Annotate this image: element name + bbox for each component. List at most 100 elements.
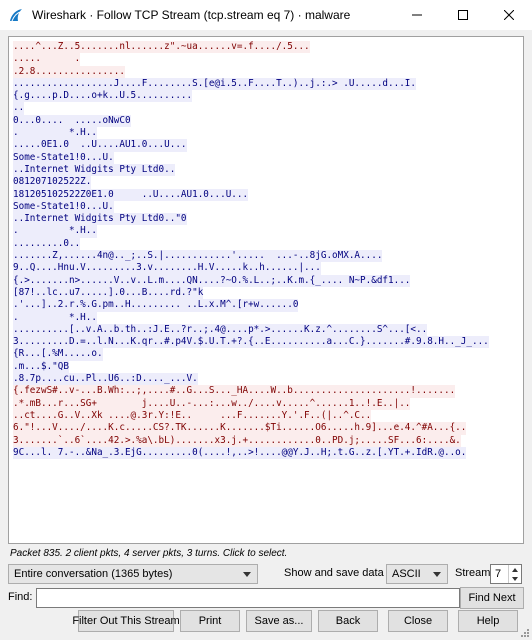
client-data-line[interactable]: .*.mB...r...SG+ j....U..-...:...w../....… xyxy=(13,397,519,410)
server-data-line[interactable]: .. xyxy=(13,102,519,115)
stream-line-text: [87!..lc..u7.....].0...B....rd.?"k xyxy=(13,286,204,300)
stream-line-text: 9..Q....Hnu.V.........3.v........H.V....… xyxy=(13,262,321,275)
server-data-line[interactable]: .....0E1.0 ..U....AU1.0...U... xyxy=(13,139,519,152)
stream-line-text: 9C...l. 7.-..&Na_.3.EjG.........0(....!,… xyxy=(13,446,467,460)
close-window-button[interactable] xyxy=(486,0,532,30)
show-save-label: Show and save data as xyxy=(284,567,399,579)
client-data-line[interactable]: ..ct....G..V..Xk ....@.3r.Y:!E.. ...F...… xyxy=(13,409,519,423)
title-bar: Wireshark · Follow TCP Stream (tcp.strea… xyxy=(0,0,532,30)
server-data-line[interactable]: ..................J....F........S.[e@i.5… xyxy=(13,77,519,91)
server-data-line[interactable]: .8.7p....cu..Pl..U6..:D...._...V. xyxy=(13,373,519,386)
maximize-icon xyxy=(458,10,468,20)
server-data-line[interactable]: .m...$."QB xyxy=(13,360,519,374)
minimize-icon xyxy=(412,14,422,16)
find-input[interactable] xyxy=(36,588,460,608)
window-title: Wireshark · Follow TCP Stream (tcp.strea… xyxy=(32,8,351,22)
server-data-line[interactable]: 3.........D.=..l.N...K.qr..#.p4V.$.U.T.+… xyxy=(13,336,519,349)
server-data-line[interactable]: . *.H.. xyxy=(13,225,519,238)
server-data-line[interactable]: . *.H.. xyxy=(13,311,519,324)
conversation-select[interactable]: Entire conversation (1365 bytes) xyxy=(8,564,258,584)
stream-line-text: 3.........D.=..l.N...K.qr..#.p4V.$.U.T.+… xyxy=(13,336,489,349)
save-as-button[interactable]: Save as... xyxy=(246,610,312,632)
stream-line-text: . *.H.. xyxy=(13,311,97,324)
options-row: Entire conversation (1365 bytes) Show an… xyxy=(8,564,524,584)
stream-line-text: ..........[..v.A..b.th..:J.E..?r..;.4@..… xyxy=(13,323,428,337)
stream-line-text: 3.......`..6`....42.>.%a\.bL).......x3.j… xyxy=(13,434,461,447)
stream-line-text: ..ct....G..V..Xk ....@.3r.Y:!E.. ...F...… xyxy=(13,409,372,423)
stream-line-text: Some-State1!0...U. xyxy=(13,151,114,164)
find-next-button[interactable]: Find Next xyxy=(460,587,524,609)
stream-line-text: .2.8................ xyxy=(13,65,125,78)
stream-line-text: . *.H.. xyxy=(13,225,97,238)
server-data-line[interactable]: 9C...l. 7.-..&Na_.3.EjG.........0(....!,… xyxy=(13,446,519,460)
stream-line-text: {.fezwS#..v-...B.Wh:..;,....#..G...S..._… xyxy=(13,385,456,398)
help-button[interactable]: Help xyxy=(458,610,518,632)
server-data-line[interactable]: ..Internet Widgits Pty Ltd0.."0 xyxy=(13,213,519,226)
stream-line-text: 181205102522Z0E1.0 ..U....AU1.0...U... xyxy=(13,188,249,201)
close-button[interactable]: Close xyxy=(388,610,448,632)
client-data-line[interactable]: 3.......`..6`....42.>.%a\.bL).......x3.j… xyxy=(13,434,519,447)
stream-number-spinbox[interactable]: 7 xyxy=(490,564,522,584)
server-data-line[interactable]: .........0.. xyxy=(13,237,519,251)
close-icon xyxy=(504,10,514,20)
server-data-line[interactable]: . *.H.. xyxy=(13,127,519,140)
spin-up-button[interactable] xyxy=(509,565,521,574)
format-select[interactable]: ASCII xyxy=(386,564,448,584)
client-data-line[interactable]: {.fezwS#..v-...B.Wh:..;,....#..G...S..._… xyxy=(13,385,519,398)
server-data-line[interactable]: .......Z,......4n@.._;..S.|............'… xyxy=(13,250,519,263)
stream-line-text: {R...[.%M.....o. xyxy=(13,348,103,361)
stream-line-text: . *.H.. xyxy=(13,127,97,140)
stream-line-text: 081207102522Z. xyxy=(13,176,92,189)
server-data-line[interactable]: 0...0.... .....oNwC0 xyxy=(13,114,519,128)
server-data-line[interactable]: 081207102522Z. xyxy=(13,176,519,189)
stream-line-text: ..Internet Widgits Pty Ltd0.."0 xyxy=(13,213,187,226)
stream-line-text: 6."!...V..../....K.c.....CS?.TK......K..… xyxy=(13,422,467,435)
stream-number-value: 7 xyxy=(495,568,502,580)
client-data-line[interactable]: ..... . xyxy=(13,53,519,66)
stream-line-text: 0...0.... .....oNwC0 xyxy=(13,114,131,128)
chevron-down-icon xyxy=(243,572,251,577)
stream-line-text: .......Z,......4n@.._;..S.|............'… xyxy=(13,250,383,263)
minimize-button[interactable] xyxy=(394,0,440,30)
stream-line-text: .8.7p....cu..Pl..U6..:D...._...V. xyxy=(13,373,198,386)
stream-line-text: .'...]..2.r.%.G.pm..H......... ..L.x.M^.… xyxy=(13,299,299,312)
client-data-line[interactable]: .2.8................ xyxy=(13,65,519,78)
stream-line-text: .*.mB...r...SG+ j....U..-...:...w../....… xyxy=(13,397,411,410)
stream-line-text: ..... . xyxy=(13,53,81,66)
stream-line-text: .m...$."QB xyxy=(13,360,69,374)
maximize-button[interactable] xyxy=(440,0,486,30)
server-data-line[interactable]: [87!..lc..u7.....].0...B....rd.?"k xyxy=(13,286,519,300)
stream-content-pane[interactable]: ....^...Z..5.......nl......z".~ua......v… xyxy=(8,36,524,544)
server-data-line[interactable]: ..........[..v.A..b.th..:J.E..?r..;.4@..… xyxy=(13,323,519,337)
wireshark-fin-icon xyxy=(10,9,22,22)
arrow-up-icon xyxy=(512,567,518,572)
stream-line-text: .. xyxy=(13,102,25,115)
chevron-down-icon xyxy=(433,572,441,577)
server-data-line[interactable]: {R...[.%M.....o. xyxy=(13,348,519,361)
stream-label: Stream xyxy=(455,567,491,579)
server-data-line[interactable]: ..Internet Widgits Pty Ltd0.. xyxy=(13,163,519,177)
server-data-line[interactable]: .'...]..2.r.%.G.pm..H......... ..L.x.M^.… xyxy=(13,299,519,312)
back-button[interactable]: Back xyxy=(318,610,378,632)
server-data-line[interactable]: 9..Q....Hnu.V.........3.v........H.V....… xyxy=(13,262,519,275)
filter-out-stream-button[interactable]: Filter Out This Stream xyxy=(72,610,180,632)
resize-grip-icon[interactable] xyxy=(520,628,530,638)
stream-line-text: .....0E1.0 ..U....AU1.0...U... xyxy=(13,139,187,152)
stream-info-text: Packet 835. 2 client pkts, 4 server pkts… xyxy=(10,548,288,559)
server-data-line[interactable]: Some-State1!0...U. xyxy=(13,151,519,164)
stream-line-text: ..................J....F........S.[e@i.5… xyxy=(13,77,416,91)
stream-line-text: {.g....p.D....o+k..U.5.......... xyxy=(13,90,193,103)
stream-line-text: ....^...Z..5.......nl......z".~ua......v… xyxy=(13,41,310,54)
print-button[interactable]: Print xyxy=(180,610,240,632)
client-data-line[interactable]: ....^...Z..5.......nl......z".~ua......v… xyxy=(13,41,519,54)
client-data-line[interactable]: 6."!...V..../....K.c.....CS?.TK......K..… xyxy=(13,422,519,435)
server-data-line[interactable]: Some-State1!0...U. xyxy=(13,200,519,214)
server-data-line[interactable]: {.>.......n>......V..v..L.m....QN....?~O… xyxy=(13,274,519,287)
stream-line-text: .........0.. xyxy=(13,237,81,251)
server-data-line[interactable]: {.g....p.D....o+k..U.5.......... xyxy=(13,90,519,103)
conversation-select-value: Entire conversation (1365 bytes) xyxy=(14,568,173,580)
server-data-line[interactable]: 181205102522Z0E1.0 ..U....AU1.0...U... xyxy=(13,188,519,201)
spin-down-button[interactable] xyxy=(509,574,521,583)
find-row: Find: Find Next xyxy=(8,587,524,610)
stream-line-text: Some-State1!0...U. xyxy=(13,200,114,214)
